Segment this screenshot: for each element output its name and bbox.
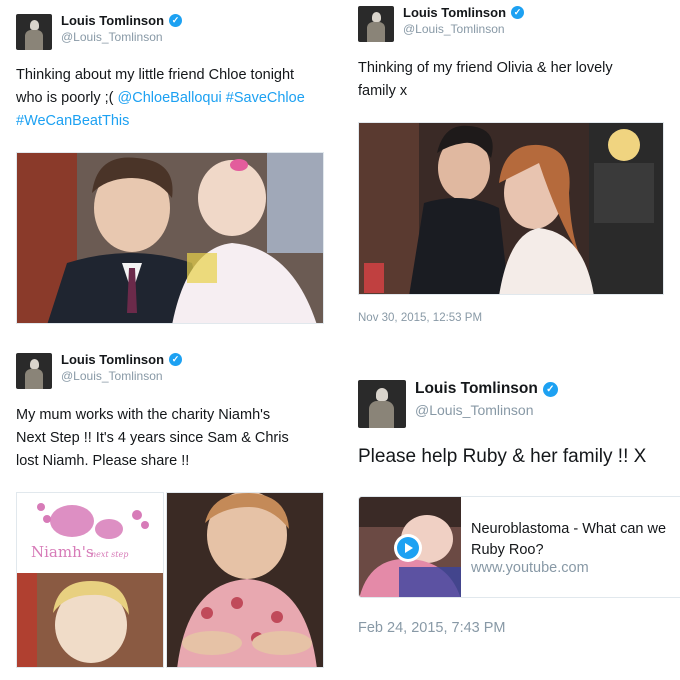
display-name[interactable]: Louis Tomlinson xyxy=(415,380,538,398)
card-domain[interactable]: www.youtube.com xyxy=(471,560,589,576)
photo-illustration xyxy=(167,493,323,667)
card-title[interactable]: Neuroblastoma - What can we Ruby Roo? xyxy=(471,519,666,561)
tweet-olivia: Louis Tomlinson ✓ @Louis_Tomlinson Think… xyxy=(340,0,680,340)
mention-link[interactable]: @ChloeBalloqui xyxy=(118,90,222,106)
tweet-photo[interactable] xyxy=(166,492,324,668)
tweet-header: Louis Tomlinson ✓ @Louis_Tomlinson xyxy=(16,13,183,50)
avatar[interactable] xyxy=(16,353,52,389)
display-name[interactable]: Louis Tomlinson xyxy=(61,352,164,367)
tweet-chloe: Louis Tomlinson ✓ @Louis_Tomlinson Think… xyxy=(0,0,340,340)
tweet-photo[interactable] xyxy=(16,152,324,324)
play-icon[interactable] xyxy=(394,534,422,562)
verified-badge-icon: ✓ xyxy=(511,6,525,19)
text-line: Next Step !! It's 4 years since Sam & Ch… xyxy=(16,430,289,446)
tweet-text: My mum works with the charity Niamh's Ne… xyxy=(16,404,289,473)
tweet-text: Thinking of my friend Olivia & her lovel… xyxy=(358,57,613,103)
timestamp[interactable]: Nov 30, 2015, 12:53 PM xyxy=(358,312,482,324)
timestamp[interactable]: Feb 24, 2015, 7:43 PM xyxy=(358,620,506,636)
tweet-photo[interactable] xyxy=(358,122,664,295)
handle[interactable]: @Louis_Tomlinson xyxy=(61,30,182,44)
text-line: family x xyxy=(358,83,408,99)
handle[interactable]: @Louis_Tomlinson xyxy=(415,402,558,418)
tweet-text: Please help Ruby & her family !! X xyxy=(358,444,646,470)
verified-badge-icon: ✓ xyxy=(169,14,183,27)
text-line: #WeCanBeatThis xyxy=(16,110,305,133)
avatar[interactable] xyxy=(16,14,52,50)
tweet-niamh: Louis Tomlinson ✓ @Louis_Tomlinson My mu… xyxy=(0,340,340,680)
text-line: lost Niamh. Please share !! xyxy=(16,453,190,469)
avatar[interactable] xyxy=(358,380,406,428)
tweet-header: Louis Tomlinson ✓ @Louis_Tomlinson xyxy=(16,352,183,389)
text-line: who is poorly ;( @ChloeBalloqui #SaveChl… xyxy=(16,90,305,106)
photo-illustration xyxy=(17,153,323,323)
card-thumbnail[interactable] xyxy=(359,497,461,597)
display-name[interactable]: Louis Tomlinson xyxy=(403,5,506,20)
logo-subtext: next step xyxy=(91,550,129,559)
text-line: Thinking about my little friend Chloe to… xyxy=(16,67,295,83)
display-name[interactable]: Louis Tomlinson xyxy=(61,13,164,28)
tweet-photo-logo[interactable]: Niamh's next step xyxy=(16,492,164,668)
tweet-ruby: Louis Tomlinson ✓ @Louis_Tomlinson Pleas… xyxy=(340,340,680,680)
hashtag-link[interactable]: #WeCanBeatThis xyxy=(16,113,129,129)
text-line: Please help Ruby & her family !! X xyxy=(358,446,647,467)
verified-badge-icon: ✓ xyxy=(169,353,183,366)
avatar[interactable] xyxy=(358,6,394,42)
link-card[interactable]: Neuroblastoma - What can we Ruby Roo? ww… xyxy=(358,496,680,598)
tweet-header: Louis Tomlinson ✓ @Louis_Tomlinson xyxy=(358,5,525,42)
handle[interactable]: @Louis_Tomlinson xyxy=(61,369,182,383)
hashtag-link[interactable]: #SaveChloe xyxy=(226,90,305,106)
tweet-text: Thinking about my little friend Chloe to… xyxy=(16,64,305,133)
text-line: My mum works with the charity Niamh's xyxy=(16,407,271,423)
handle[interactable]: @Louis_Tomlinson xyxy=(403,22,524,36)
photo-illustration xyxy=(359,123,663,294)
tweet-header: Louis Tomlinson ✓ @Louis_Tomlinson xyxy=(358,380,558,428)
footprints-logo-icon xyxy=(17,503,163,667)
verified-badge-icon: ✓ xyxy=(542,381,558,397)
logo-text: Niamh's xyxy=(31,543,94,561)
text-line: Thinking of my friend Olivia & her lovel… xyxy=(358,60,613,76)
